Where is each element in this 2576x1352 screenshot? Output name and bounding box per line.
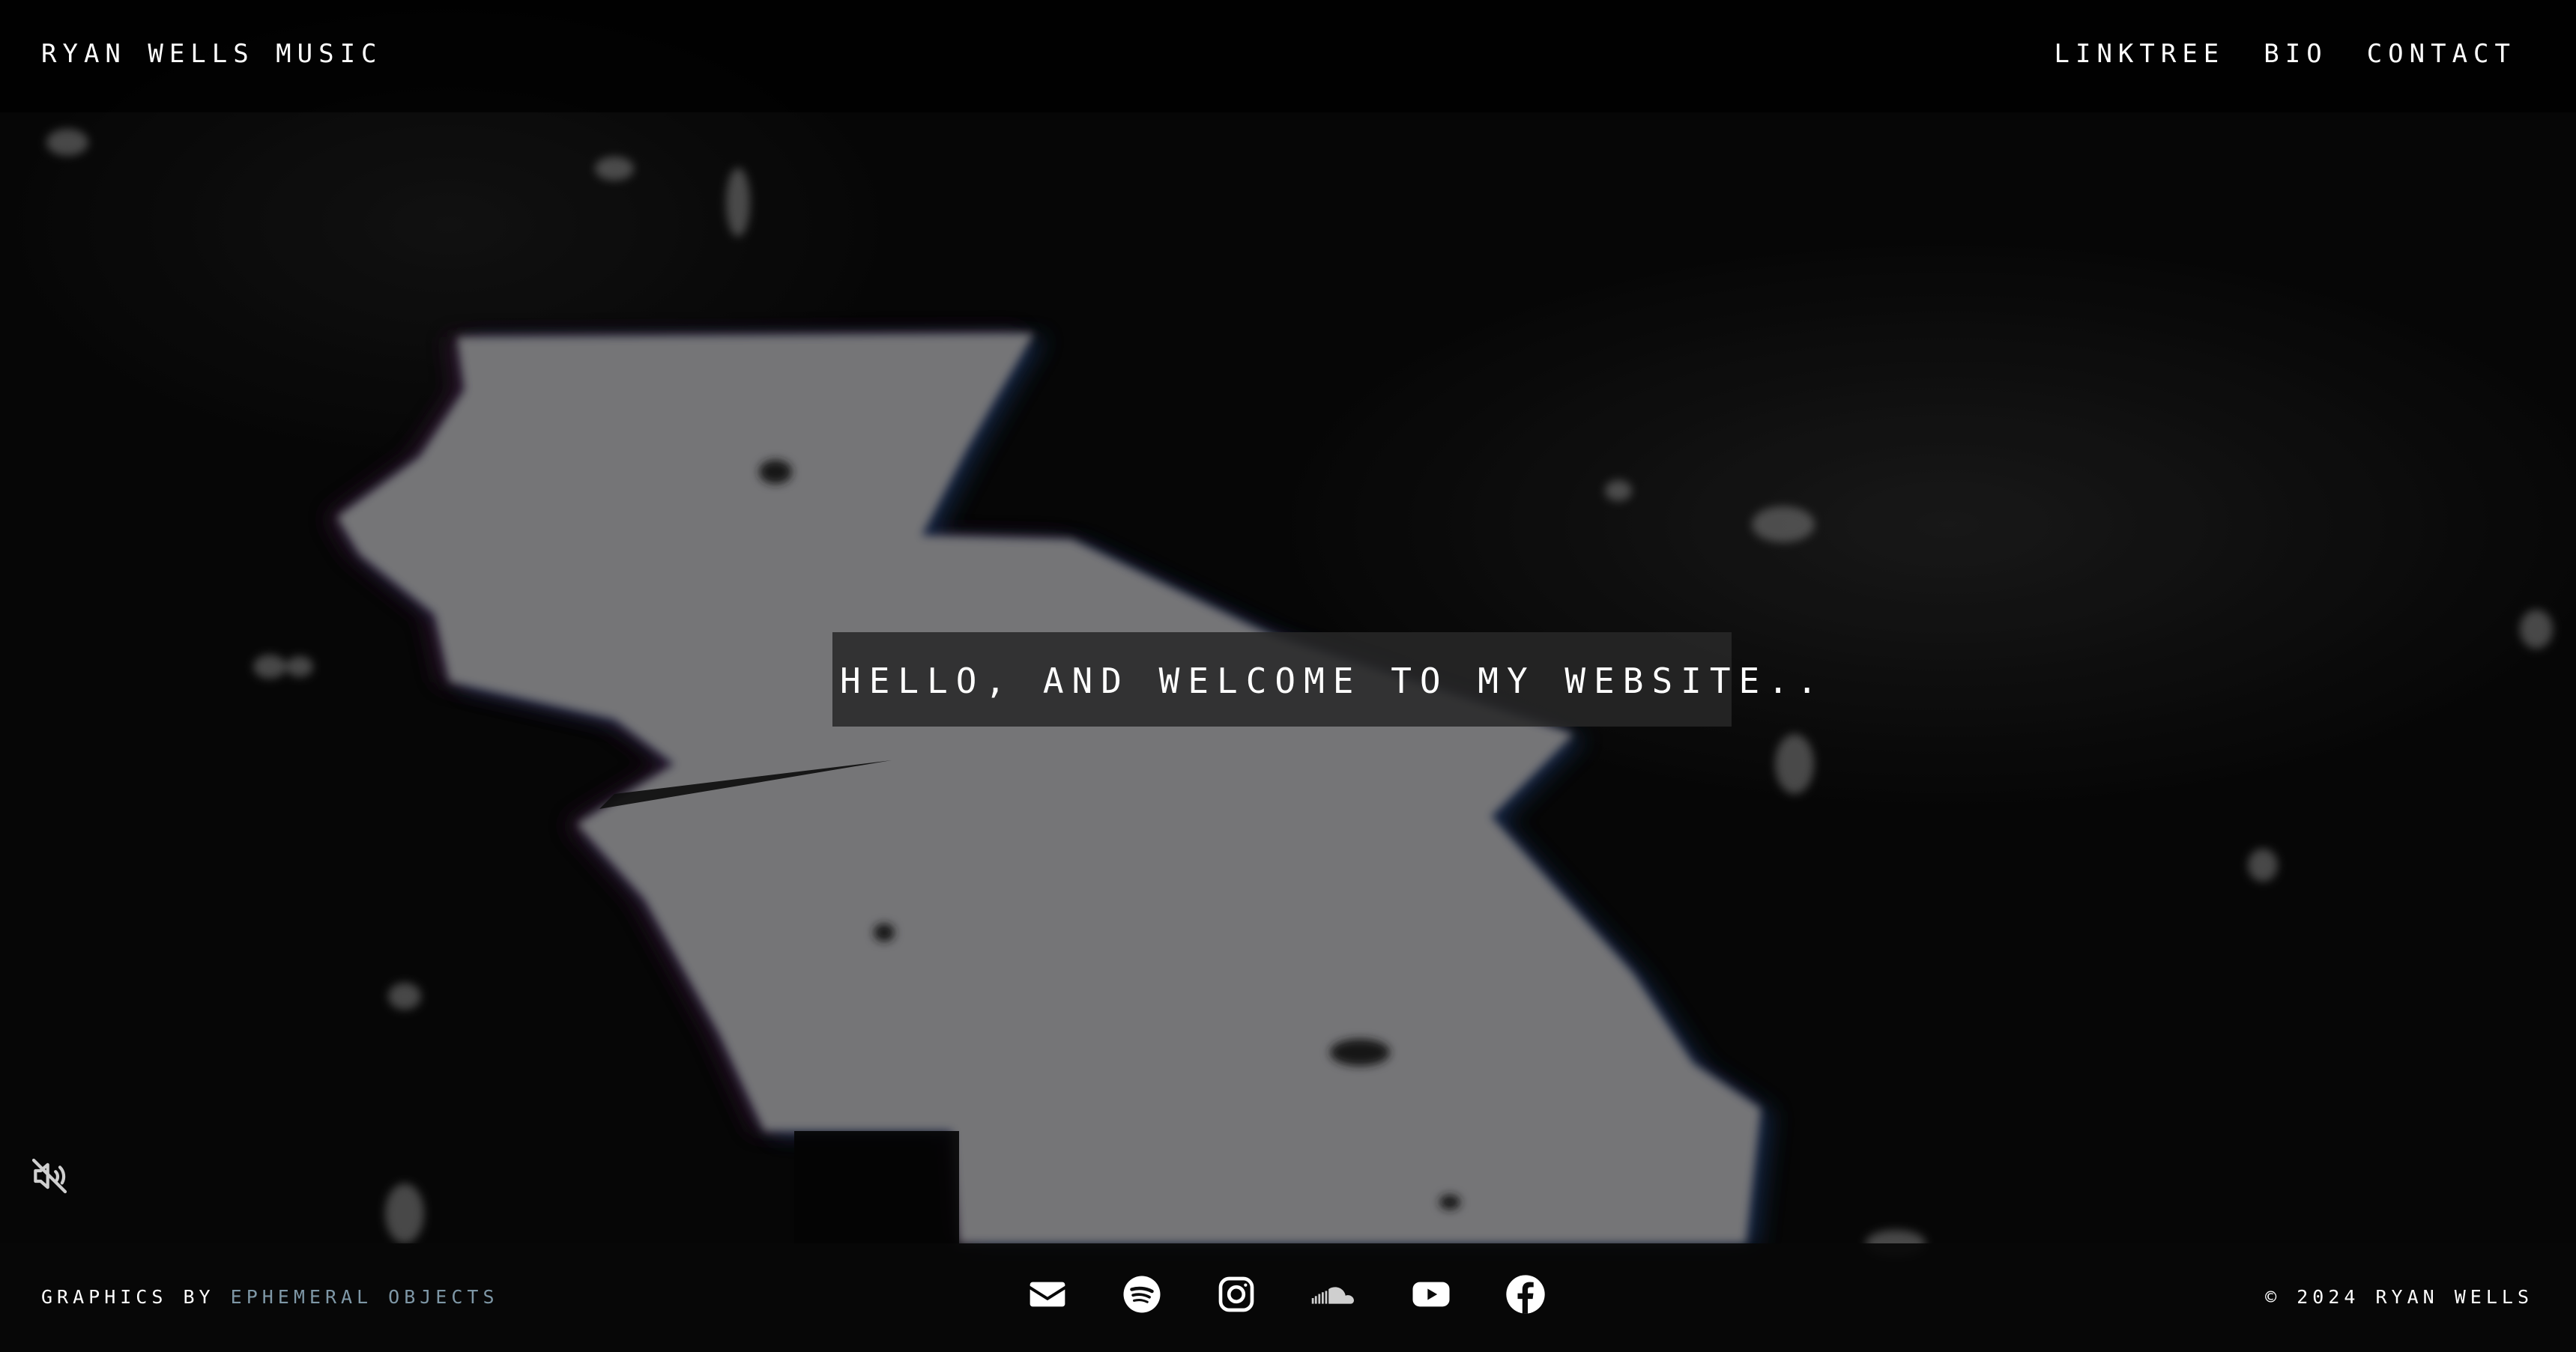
graphics-credit: GRAPHICS BY EPHEMERAL OBJECTS bbox=[41, 1286, 499, 1308]
facebook-link[interactable] bbox=[1505, 1273, 1546, 1315]
email-link[interactable] bbox=[1027, 1273, 1068, 1315]
welcome-text: HELLO, AND WELCOME TO MY WEBSITE.. bbox=[840, 661, 1826, 701]
site-header: RYAN WELLS MUSIC LINKTREE BIO CONTACT bbox=[0, 0, 2576, 112]
spotify-icon bbox=[1123, 1276, 1161, 1313]
copyright-text: © 2024 RYAN WELLS bbox=[2265, 1286, 2533, 1308]
volume-muted-icon bbox=[31, 1158, 67, 1194]
page: RYAN WELLS MUSIC LINKTREE BIO CONTACT HE… bbox=[0, 0, 2576, 1352]
instagram-icon bbox=[1218, 1276, 1254, 1312]
site-title[interactable]: RYAN WELLS MUSIC bbox=[41, 39, 383, 69]
nav-contact[interactable]: CONTACT bbox=[2367, 39, 2516, 69]
mute-toggle[interactable] bbox=[28, 1155, 70, 1197]
credits-prefix: GRAPHICS BY bbox=[41, 1286, 215, 1308]
main-nav: LINKTREE BIO CONTACT bbox=[2055, 39, 2516, 69]
nav-linktree[interactable]: LINKTREE bbox=[2055, 39, 2225, 69]
social-links bbox=[1027, 1273, 1546, 1315]
ephemeral-objects-link[interactable]: EPHEMERAL OBJECTS bbox=[231, 1286, 499, 1308]
soundcloud-icon bbox=[1311, 1287, 1354, 1304]
instagram-link[interactable] bbox=[1215, 1273, 1257, 1315]
youtube-link[interactable] bbox=[1410, 1273, 1452, 1315]
envelope-icon bbox=[1030, 1282, 1065, 1307]
site-footer: GRAPHICS BY EPHEMERAL OBJECTS © 2024 RYA… bbox=[0, 1243, 2576, 1352]
soundcloud-link[interactable] bbox=[1310, 1273, 1358, 1315]
youtube-icon bbox=[1412, 1282, 1450, 1307]
welcome-banner: HELLO, AND WELCOME TO MY WEBSITE.. bbox=[832, 632, 1818, 727]
spotify-link[interactable] bbox=[1121, 1273, 1163, 1315]
nav-bio[interactable]: BIO bbox=[2264, 39, 2327, 69]
facebook-icon bbox=[1506, 1275, 1545, 1314]
